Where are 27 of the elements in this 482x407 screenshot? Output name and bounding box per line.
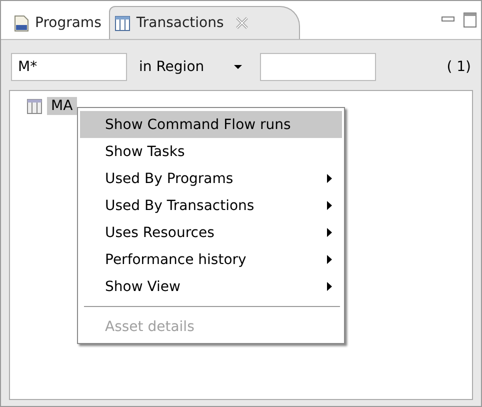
name-filter-field[interactable]: M*	[11, 53, 127, 81]
caret-icon	[234, 65, 242, 69]
tree-item[interactable]: MA	[47, 97, 77, 115]
tab-label: Transactions	[136, 15, 224, 31]
result-count: ( 1)	[446, 59, 472, 75]
menu-item[interactable]: Performance history	[80, 246, 342, 273]
binary-file-icon	[13, 14, 30, 32]
close-icon[interactable]	[234, 16, 249, 30]
menu-item[interactable]: Show Command Flow runs	[80, 111, 342, 138]
submenu-arrow-icon	[327, 255, 332, 264]
menu-item[interactable]: Uses Resources	[80, 219, 342, 246]
maximize-icon[interactable]	[463, 11, 477, 29]
menu-item[interactable]: Show Tasks	[80, 138, 342, 165]
scope-dropdown[interactable]: in Region	[127, 53, 260, 81]
submenu-arrow-icon	[327, 201, 332, 210]
menu-item[interactable]: Show View	[80, 273, 342, 300]
view-tab[interactable]: Programs	[9, 7, 110, 39]
menu-item[interactable]: Used By Programs	[80, 165, 342, 192]
submenu-arrow-icon	[327, 228, 332, 237]
view-tab[interactable]: Transactions	[109, 6, 300, 39]
submenu-arrow-icon	[327, 174, 332, 183]
tab-label: Programs	[35, 15, 102, 31]
table-icon	[26, 98, 43, 114]
menu-item[interactable]: Used By Transactions	[80, 192, 342, 219]
table-icon	[114, 14, 132, 32]
region-field[interactable]	[260, 53, 376, 81]
submenu-arrow-icon	[327, 282, 332, 291]
